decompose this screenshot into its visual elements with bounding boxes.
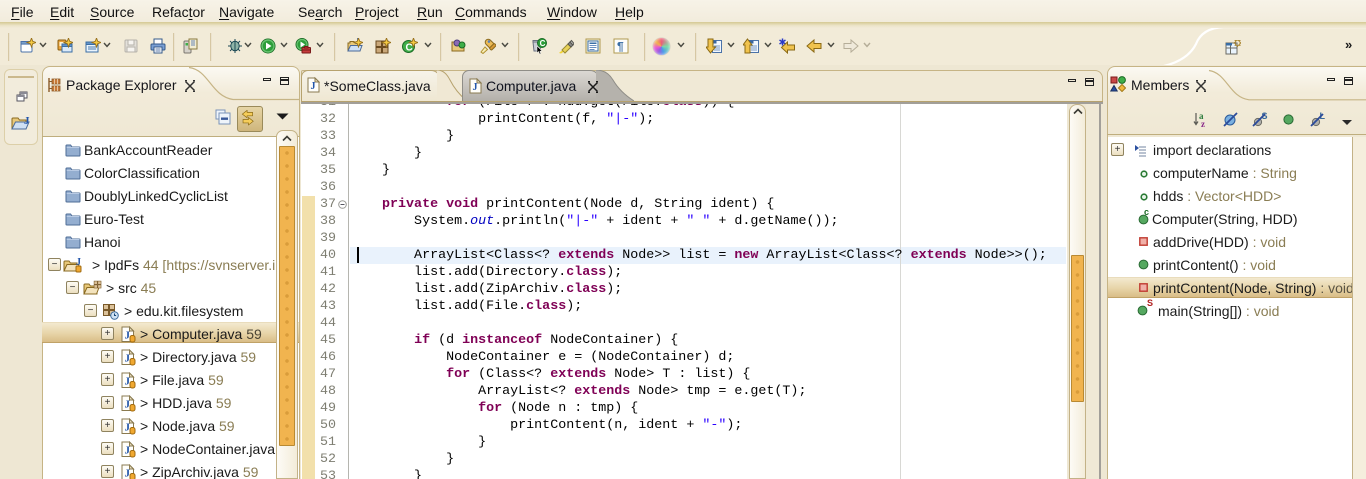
svg-text:J: J xyxy=(473,82,478,93)
svg-text:z: z xyxy=(1201,119,1205,128)
svg-text:C: C xyxy=(540,39,546,48)
svg-text:J: J xyxy=(24,115,30,127)
svg-text:C: C xyxy=(406,43,413,54)
svg-text:¶: ¶ xyxy=(617,40,624,54)
svg-text:J: J xyxy=(311,81,316,92)
